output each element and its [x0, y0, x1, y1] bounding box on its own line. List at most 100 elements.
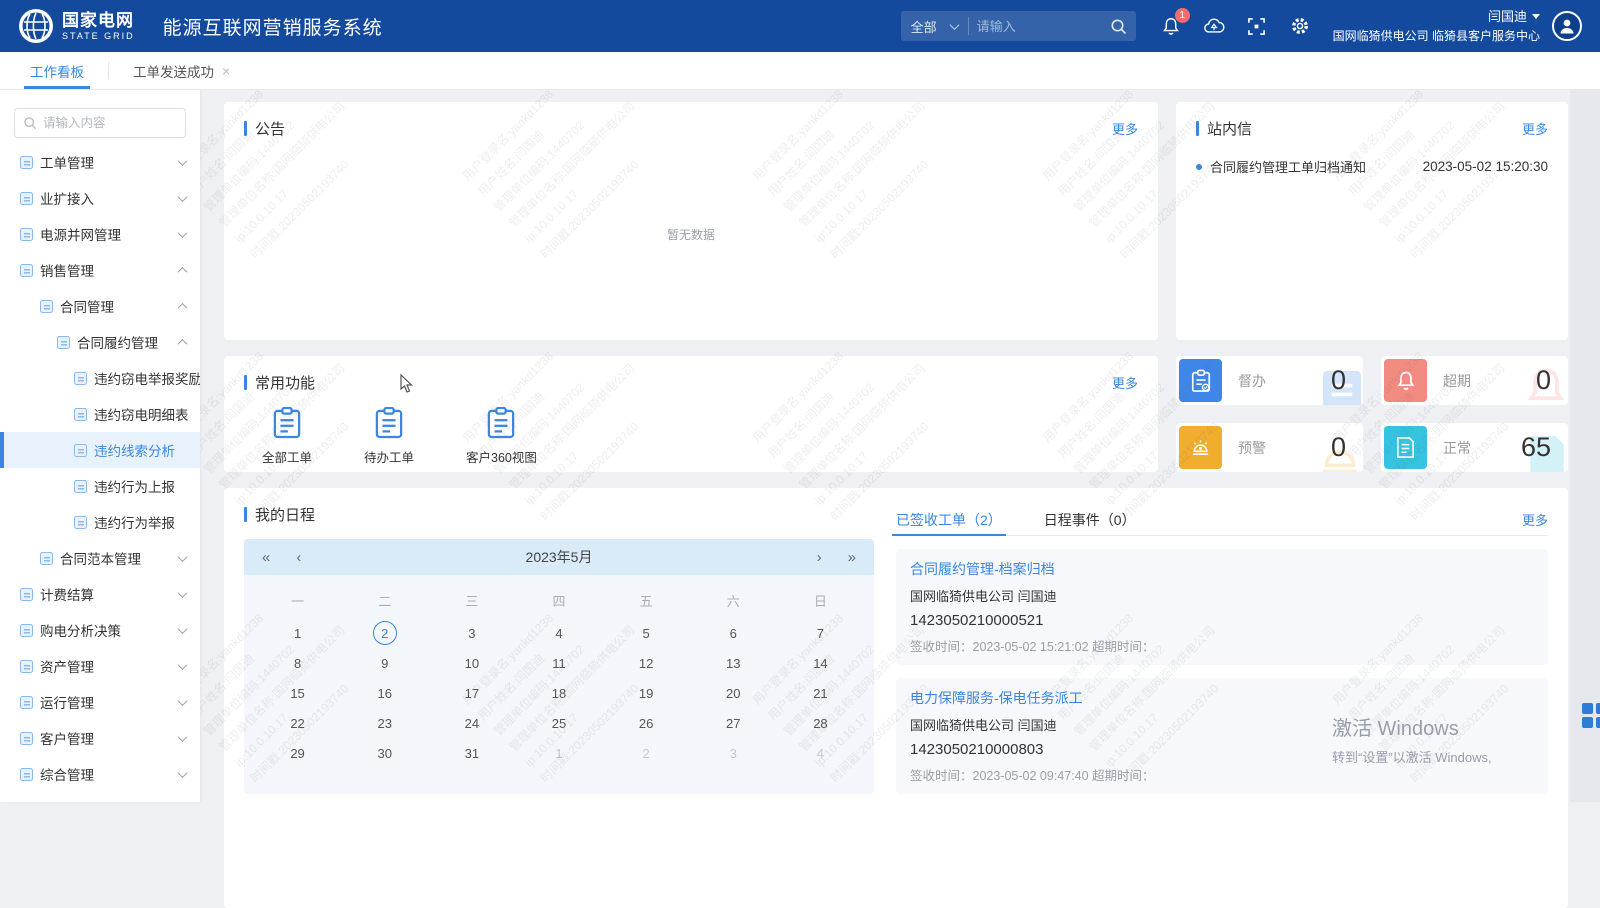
tab-signed-orders[interactable]: 已签收工单（2） — [896, 504, 1002, 535]
sidebar-item[interactable]: 合同履约管理 — [0, 324, 200, 360]
fullscreen-icon — [1247, 17, 1266, 36]
sidebar-item[interactable]: 计费结算 — [0, 576, 200, 612]
messages-more-link[interactable]: 更多 — [1522, 119, 1548, 138]
status-card-overdue[interactable]: 超期 0 — [1381, 356, 1568, 405]
sidebar-item-label: 违约窃电举报奖励 — [94, 368, 200, 388]
announcement-panel: 公告 更多 暂无数据 — [224, 102, 1158, 340]
calendar-day[interactable]: 3 — [428, 618, 515, 648]
schedule-more-link[interactable]: 更多 — [1522, 510, 1548, 529]
sidebar-item[interactable]: 购电分析决策 — [0, 612, 200, 648]
sidebar-item[interactable]: 销售管理 — [0, 252, 200, 288]
calendar-day[interactable]: 8 — [254, 648, 341, 678]
sidebar-item[interactable]: 资产管理 — [0, 648, 200, 684]
calendar-day[interactable]: 30 — [341, 738, 428, 768]
calendar-day[interactable]: 28 — [777, 708, 864, 738]
order-item[interactable]: 合同履约管理-档案归档 国网临猗供电公司 闫国迪 142305021000052… — [896, 549, 1548, 665]
notifications-button[interactable]: 1 — [1160, 15, 1182, 37]
message-item[interactable]: 合同履约管理工单归档通知 2023-05-02 15:20:30 — [1196, 157, 1548, 176]
calendar-day[interactable]: 17 — [428, 678, 515, 708]
settings-button[interactable] — [1289, 15, 1311, 37]
calendar-day[interactable]: 26 — [603, 708, 690, 738]
tab-schedule-events[interactable]: 日程事件（0） — [1044, 504, 1136, 535]
sidebar-item-label: 合同范本管理 — [60, 548, 141, 568]
calendar-day[interactable]: 12 — [603, 648, 690, 678]
prev-year-button[interactable]: « — [262, 549, 270, 566]
sidebar-item[interactable]: 违约窃电明细表 — [0, 396, 200, 432]
order-title-link[interactable]: 电力保障服务-保电任务派工 — [910, 688, 1534, 708]
quick-item-customer-360[interactable]: 客户360视图 — [466, 407, 537, 466]
tab-workorder-sent[interactable]: 工单发送成功 × — [127, 52, 236, 89]
calendar-day[interactable]: 14 — [777, 648, 864, 678]
calendar-day[interactable]: 6 — [690, 618, 777, 648]
calendar-day[interactable]: 11 — [515, 648, 602, 678]
fullscreen-button[interactable] — [1246, 15, 1268, 37]
quick-item-all-orders[interactable]: 全部工单 — [262, 407, 312, 466]
sidebar-search-input[interactable] — [43, 116, 173, 130]
calendar-day[interactable]: 9 — [341, 648, 428, 678]
sidebar-item[interactable]: 违约行为上报 — [0, 468, 200, 504]
global-search-input[interactable] — [969, 19, 1110, 34]
user-org: 国网临猗供电公司 临猗县客户服务中心 — [1333, 28, 1540, 44]
search-icon[interactable] — [1110, 18, 1127, 35]
calendar-day[interactable]: 2 — [341, 618, 428, 648]
document-icon — [20, 624, 33, 637]
order-title-link[interactable]: 合同履约管理-档案归档 — [910, 559, 1534, 579]
status-card-warning[interactable]: 预警 0 — [1176, 423, 1363, 472]
calendar-day[interactable]: 25 — [515, 708, 602, 738]
document-icon — [74, 372, 87, 385]
avatar[interactable] — [1552, 11, 1582, 41]
sidebar-item[interactable]: 业扩接入 — [0, 180, 200, 216]
quick-functions-more-link[interactable]: 更多 — [1112, 373, 1138, 392]
calendar-day[interactable]: 19 — [603, 678, 690, 708]
calendar-day[interactable]: 3 — [690, 738, 777, 768]
next-year-button[interactable]: » — [848, 549, 856, 566]
calendar-day[interactable]: 29 — [254, 738, 341, 768]
calendar-day[interactable]: 16 — [341, 678, 428, 708]
close-icon[interactable]: × — [222, 63, 230, 79]
calendar-day[interactable]: 21 — [777, 678, 864, 708]
calendar-day[interactable]: 27 — [690, 708, 777, 738]
user-info[interactable]: 闫国迪 国网临猗供电公司 临猗县客户服务中心 — [1333, 8, 1540, 44]
sidebar-item-label: 合同管理 — [60, 296, 114, 316]
search-scope-select[interactable]: 全部 — [901, 17, 969, 35]
calendar-day[interactable]: 13 — [690, 648, 777, 678]
sidebar-item[interactable]: 运行管理 — [0, 684, 200, 720]
announcement-more-link[interactable]: 更多 — [1112, 119, 1138, 138]
order-item[interactable]: 电力保障服务-保电任务派工 国网临猗供电公司 闫国迪 1423050210000… — [896, 678, 1548, 794]
cloud-button[interactable] — [1203, 15, 1225, 37]
calendar-day[interactable]: 15 — [254, 678, 341, 708]
calendar-day[interactable]: 24 — [428, 708, 515, 738]
calendar-day[interactable]: 31 — [428, 738, 515, 768]
status-card-supervise[interactable]: 督办 0 — [1176, 356, 1363, 405]
sidebar-item[interactable]: 合同范本管理 — [0, 540, 200, 576]
calendar-day[interactable]: 1 — [254, 618, 341, 648]
sidebar-item[interactable]: 违约线索分析 — [0, 432, 200, 468]
calendar-day[interactable]: 5 — [603, 618, 690, 648]
message-title: 合同履约管理工单归档通知 — [1210, 157, 1366, 176]
next-month-button[interactable]: › — [817, 549, 822, 566]
calendar-day[interactable]: 20 — [690, 678, 777, 708]
calendar-day[interactable]: 18 — [515, 678, 602, 708]
sidebar-item[interactable]: 电源并网管理 — [0, 216, 200, 252]
sidebar-item[interactable]: 违约窃电举报奖励 — [0, 360, 200, 396]
calendar-day[interactable]: 4 — [515, 618, 602, 648]
calendar-day[interactable]: 10 — [428, 648, 515, 678]
calendar-day[interactable]: 4 — [777, 738, 864, 768]
tab-workboard[interactable]: 工作看板 — [24, 52, 90, 89]
calendar-day[interactable]: 7 — [777, 618, 864, 648]
sidebar-item[interactable]: 合同管理 — [0, 288, 200, 324]
calendar-day[interactable]: 22 — [254, 708, 341, 738]
chevron-down-icon — [178, 624, 188, 634]
state-grid-logo-icon — [18, 8, 54, 44]
status-card-normal[interactable]: 正常 65 — [1381, 423, 1568, 472]
floating-grid-button[interactable] — [1582, 703, 1600, 729]
sidebar-item[interactable]: 违约行为举报 — [0, 504, 200, 540]
calendar: « ‹ 2023年5月 › » 一 二 三 四 五 六 — [244, 539, 874, 794]
calendar-day[interactable]: 23 — [341, 708, 428, 738]
sidebar-item[interactable]: 工单管理 — [0, 144, 200, 180]
quick-item-todo-orders[interactable]: 待办工单 — [364, 407, 414, 466]
calendar-day[interactable]: 2 — [603, 738, 690, 768]
calendar-day[interactable]: 1 — [515, 738, 602, 768]
sidebar-item[interactable]: 综合管理 — [0, 756, 200, 792]
sidebar-item[interactable]: 客户管理 — [0, 720, 200, 756]
